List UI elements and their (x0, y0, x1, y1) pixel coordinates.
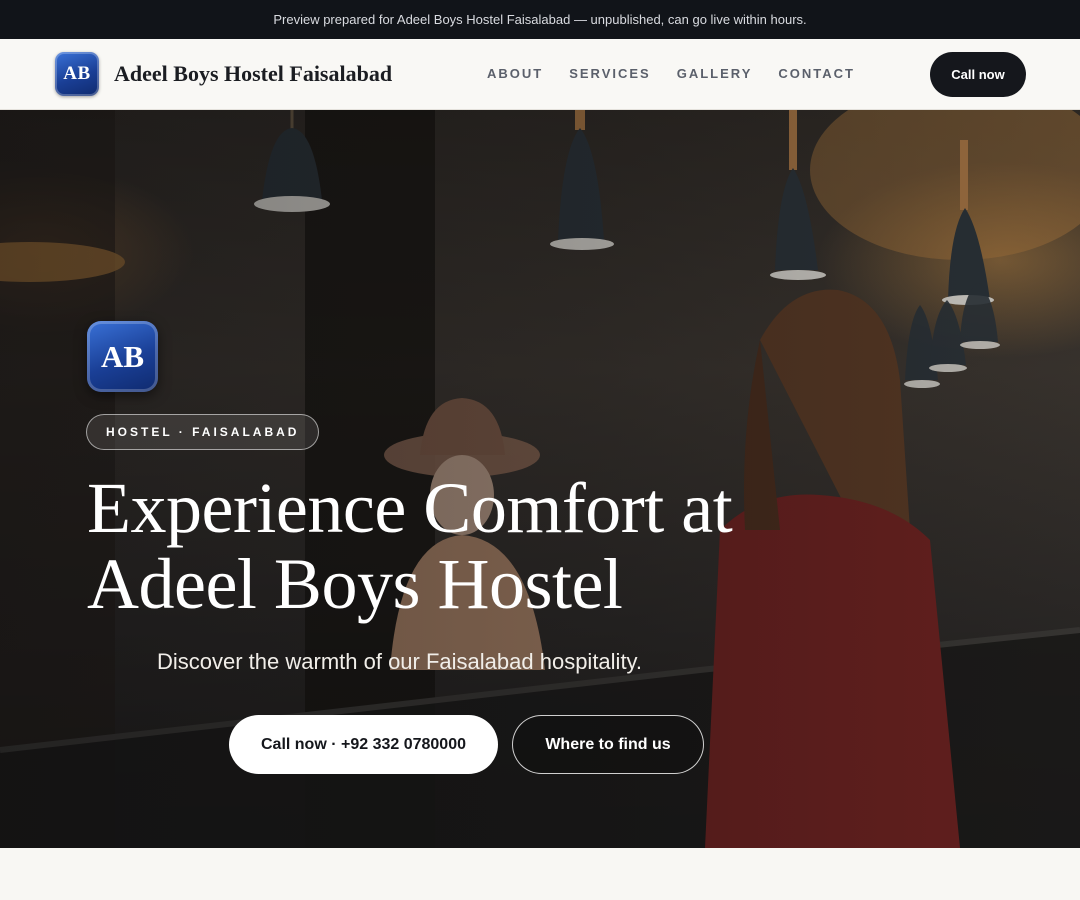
nav-contact[interactable]: CONTACT (778, 66, 855, 81)
site-header: AB Adeel Boys Hostel Faisalabad ABOUT SE… (0, 39, 1080, 110)
brand-name[interactable]: Adeel Boys Hostel Faisalabad (114, 61, 392, 87)
hero-title: Experience Comfort at Adeel Boys Hostel (87, 468, 733, 624)
logo-badge[interactable]: AB (55, 52, 99, 96)
nav-gallery[interactable]: GALLERY (677, 66, 753, 81)
call-now-button[interactable]: Call now (930, 52, 1026, 97)
hero-tag: HOSTEL · FAISALABAD (86, 414, 320, 450)
call-phone-button[interactable]: Call now · +92 332 0780000 (229, 715, 498, 774)
preview-banner: Preview prepared for Adeel Boys Hostel F… (0, 0, 1080, 39)
nav-about[interactable]: ABOUT (487, 66, 543, 81)
find-us-button[interactable]: Where to find us (512, 715, 704, 774)
hero-subtitle: Discover the warmth of our Faisalabad ho… (157, 649, 643, 674)
main-nav: ABOUT SERVICES GALLERY CONTACT (487, 66, 855, 81)
hero-logo-badge: AB (87, 321, 158, 392)
hero-section: AB HOSTEL · FAISALABAD Experience Comfor… (0, 110, 1080, 848)
next-section (0, 848, 1080, 900)
nav-services[interactable]: SERVICES (569, 66, 651, 81)
